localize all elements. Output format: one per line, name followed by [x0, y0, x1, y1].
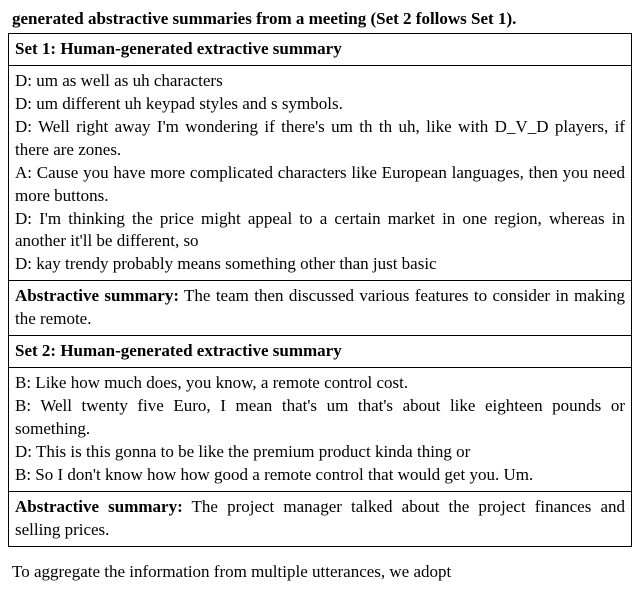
utterance: B: Like how much does, you know, a remot…	[15, 372, 625, 395]
abstractive-label: Abstractive summary:	[15, 286, 179, 305]
utterance: D: This is this gonna to be like the pre…	[15, 441, 625, 464]
utterance: B: So I don't know how how good a remote…	[15, 464, 625, 487]
set2-header: Set 2: Human-generated extractive summar…	[9, 336, 632, 368]
body-text-fragment: To aggregate the information from multip…	[8, 561, 632, 584]
utterance: A: Cause you have more complicated chara…	[15, 162, 625, 208]
utterance: D: um different uh keypad styles and s s…	[15, 93, 625, 116]
utterance: D: Well right away I'm wondering if ther…	[15, 116, 625, 162]
set1-header: Set 1: Human-generated extractive summar…	[9, 33, 632, 65]
set1-utterances: D: um as well as uh characters D: um dif…	[9, 65, 632, 280]
utterance: B: Well twenty five Euro, I mean that's …	[15, 395, 625, 441]
abstractive-label: Abstractive summary:	[15, 497, 183, 516]
table-caption: generated abstractive summaries from a m…	[8, 8, 632, 31]
set2-utterances: B: Like how much does, you know, a remot…	[9, 368, 632, 492]
utterance: D: I'm thinking the price might appeal t…	[15, 208, 625, 254]
utterance: D: kay trendy probably means something o…	[15, 253, 625, 276]
utterance: D: um as well as uh characters	[15, 70, 625, 93]
set1-abstractive: Abstractive summary: The team then discu…	[9, 281, 632, 336]
summary-table: Set 1: Human-generated extractive summar…	[8, 33, 632, 547]
set2-abstractive: Abstractive summary: The project manager…	[9, 491, 632, 546]
